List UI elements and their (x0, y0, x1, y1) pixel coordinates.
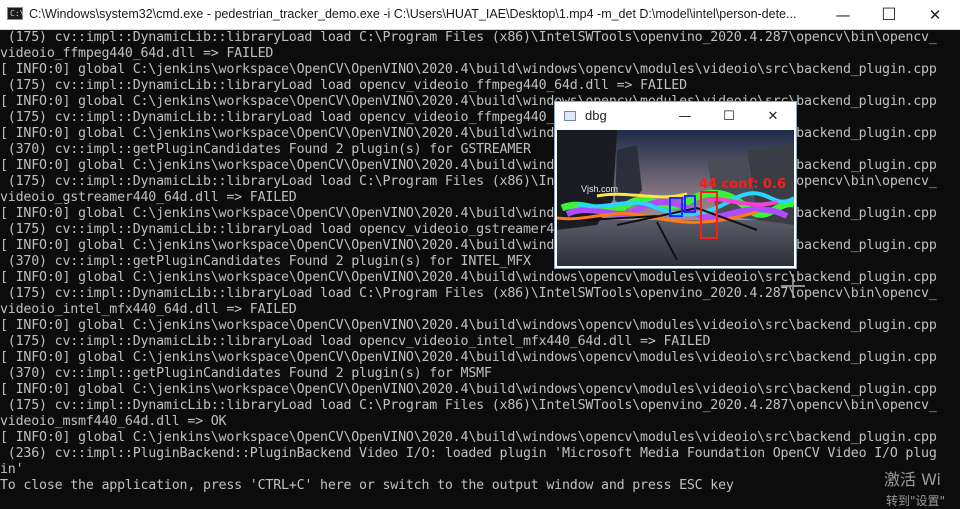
console-line: (175) cv::impl::DynamicLib::libraryLoad … (0, 286, 937, 301)
console-line: videoio_intel_mfx440_64d.dll => FAILED (0, 302, 297, 317)
console-line: (175) cv::impl::DynamicLib::libraryLoad … (0, 222, 711, 237)
console-line: [ INFO:0] global C:\jenkins\workspace\Op… (0, 158, 937, 173)
console-line: (175) cv::impl::DynamicLib::libraryLoad … (0, 334, 711, 349)
console-line: (370) cv::impl::getPluginCandidates Foun… (0, 366, 492, 381)
close-button[interactable]: ✕ (912, 0, 958, 30)
dbg-titlebar[interactable]: dbg — ☐ ✕ (555, 102, 796, 130)
console-line: [ INFO:0] global C:\jenkins\workspace\Op… (0, 350, 937, 365)
console-line: (370) cv::impl::getPluginCandidates Foun… (0, 142, 531, 157)
console-output[interactable]: (175) cv::impl::DynamicLib::libraryLoad … (0, 30, 960, 508)
window-icon (564, 111, 576, 121)
tracking-label: 44 conf: 0.6 (699, 177, 786, 192)
dbg-minimize-button[interactable]: — (665, 104, 705, 128)
console-titlebar[interactable]: C:\ C:\Windows\system32\cmd.exe - pedest… (0, 0, 960, 30)
console-line: videoio_msmf440_64d.dll => OK (0, 414, 227, 429)
console-line: [ INFO:0] global C:\jenkins\workspace\Op… (0, 238, 937, 253)
console-line: (236) cv::impl::PluginBackend::PluginBac… (0, 446, 937, 461)
video-frame: Vjsh.com 44 conf: 0.6 (557, 130, 794, 266)
console-line: (175) cv::impl::DynamicLib::libraryLoad … (0, 110, 687, 125)
console-line: [ INFO:0] global C:\jenkins\workspace\Op… (0, 126, 937, 141)
console-line: [ INFO:0] global C:\jenkins\workspace\Op… (0, 62, 937, 77)
maximize-button[interactable]: ☐ (866, 0, 912, 30)
dbg-window[interactable]: dbg — ☐ ✕ Vjsh.com 44 conf: 0.6 (554, 101, 797, 269)
window-title: C:\Windows\system32\cmd.exe - pedestrian… (29, 7, 797, 21)
console-line: (175) cv::impl::DynamicLib::libraryLoad … (0, 78, 687, 93)
video-watermark: Vjsh.com (581, 184, 618, 194)
console-line: (175) cv::impl::DynamicLib::libraryLoad … (0, 30, 937, 45)
console-line: [ INFO:0] global C:\jenkins\workspace\Op… (0, 382, 937, 397)
console-line: [ INFO:0] global C:\jenkins\workspace\Op… (0, 430, 937, 445)
activation-watermark: 激活 Wi (884, 470, 942, 489)
console-line: in' (0, 462, 24, 477)
activation-watermark-subtitle: 转到"设置" (886, 494, 946, 508)
cmd-icon: C:\ (7, 7, 24, 20)
dbg-maximize-button[interactable]: ☐ (709, 104, 749, 128)
video-frame-graphic: Vjsh.com 44 conf: 0.6 (557, 130, 794, 266)
console-line: [ INFO:0] global C:\jenkins\workspace\Op… (0, 206, 937, 221)
console-line: [ INFO:0] global C:\jenkins\workspace\Op… (0, 270, 937, 285)
console-line: To close the application, press 'CTRL+C'… (0, 478, 734, 493)
console-line: (175) cv::impl::DynamicLib::libraryLoad … (0, 174, 937, 189)
minimize-button[interactable]: — (820, 0, 866, 30)
console-line: [ INFO:0] global C:\jenkins\workspace\Op… (0, 94, 937, 109)
console-line: videoio_ffmpeg440_64d.dll => FAILED (0, 46, 274, 61)
console-line: (370) cv::impl::getPluginCandidates Foun… (0, 254, 531, 269)
crosshair-cursor-icon (781, 274, 805, 298)
console-line: (175) cv::impl::DynamicLib::libraryLoad … (0, 398, 937, 413)
dbg-close-button[interactable]: ✕ (753, 104, 793, 128)
dbg-window-title: dbg (585, 108, 607, 123)
console-line: [ INFO:0] global C:\jenkins\workspace\Op… (0, 318, 937, 333)
console-line: videoio_gstreamer440_64d.dll => FAILED (0, 190, 297, 205)
